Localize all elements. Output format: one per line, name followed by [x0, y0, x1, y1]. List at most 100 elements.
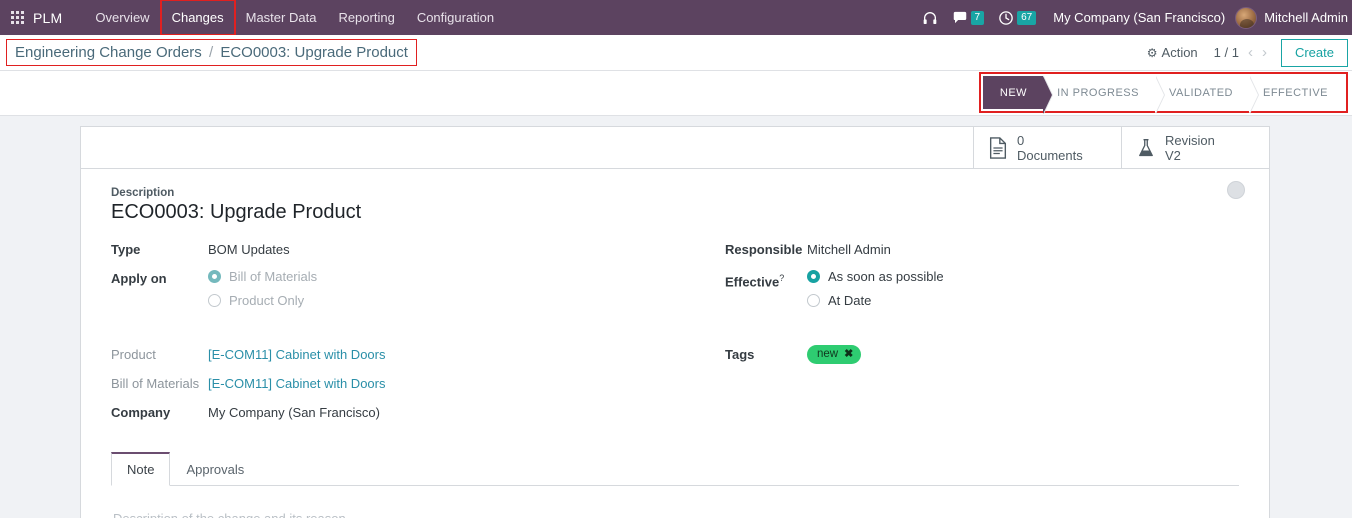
user-name: Mitchell Admin [1264, 10, 1348, 25]
document-icon [989, 136, 1007, 159]
field-tags: Tags new ✖ [725, 345, 1239, 364]
nav-menu-configuration[interactable]: Configuration [406, 0, 505, 35]
clock-icon [999, 10, 1013, 25]
field-label-tags: Tags [725, 347, 755, 362]
field-responsible: Responsible Mitchell Admin [725, 240, 1239, 259]
radio-icon [208, 270, 221, 283]
radio-label: As soon as possible [828, 269, 944, 284]
gear-icon: ⚙ [1146, 45, 1158, 60]
nav-menu-overview[interactable]: Overview [84, 0, 160, 35]
radio-label: Bill of Materials [229, 269, 318, 284]
radio-option-at-date[interactable]: At Date [807, 293, 944, 308]
tag-label: new [817, 348, 839, 360]
radio-icon [807, 270, 820, 283]
radio-option-as-soon-as-possible[interactable]: As soon as possible [807, 269, 944, 284]
stat-label: V2 [1165, 147, 1181, 163]
chevron-right-icon[interactable]: › [1262, 44, 1267, 61]
field-type: Type BOM Updates [111, 240, 675, 259]
radio-option-bill-of-materials[interactable]: Bill of Materials [208, 269, 317, 284]
radio-icon [208, 294, 221, 307]
app-brand-plm[interactable]: PLM [33, 10, 62, 26]
avatar-placeholder-circle [1227, 181, 1245, 199]
status-stage-label: EFFECTIVE [1262, 86, 1328, 99]
notebook: Note Approvals Description of the change… [111, 452, 1239, 518]
breadcrumb-current: ECO0003: Upgrade Product [220, 44, 408, 61]
stat-text-documents: 0 Documents [1017, 133, 1083, 163]
effective-label-text: Effective [725, 274, 780, 290]
field-effective: Effective? As soon as possible At Date [725, 269, 1239, 317]
chevron-left-icon[interactable]: ‹ [1248, 44, 1253, 61]
action-menu-label: Action [1161, 45, 1198, 60]
record-pager: 1 / 1 ‹ › [1210, 44, 1271, 61]
note-editor[interactable]: Description of the change and its reason… [111, 486, 1239, 518]
stage-arrow [1248, 76, 1258, 114]
form-sheet: 0 Documents Revision V2 Description ECO0… [80, 126, 1270, 518]
field-label-bill-of-materials: Bill of Materials [111, 376, 200, 391]
nav-menu-reporting[interactable]: Reporting [327, 0, 405, 35]
form-spacer [111, 327, 675, 345]
field-label-type: Type [111, 242, 141, 257]
messages-badge: 7 [970, 10, 985, 25]
status-bar: NEW IN PROGRESS VALIDATED EFFECTIVE [978, 72, 1348, 114]
page-title[interactable]: ECO0003: Upgrade Product [111, 201, 1239, 224]
stat-button-documents[interactable]: 0 Documents [973, 127, 1121, 168]
nav-menu-master-data[interactable]: Master Data [235, 0, 328, 35]
note-placeholder: Description of the change and its reason… [113, 511, 349, 518]
radio-label: At Date [828, 293, 872, 308]
top-navbar: PLM Overview Changes Master Data Reporti… [0, 0, 1352, 36]
radio-label: Product Only [229, 293, 305, 308]
avatar [1235, 6, 1258, 29]
form-body: Description ECO0003: Upgrade Product Typ… [81, 169, 1269, 518]
field-product: Product [E-COM11] Cabinet with Doors [111, 345, 675, 364]
field-value-type[interactable]: BOM Updates [208, 240, 290, 259]
radio-icon [807, 294, 820, 307]
user-menu[interactable]: Mitchell Admin [1235, 6, 1352, 29]
breadcrumb-parent[interactable]: Engineering Change Orders [15, 44, 202, 61]
create-button[interactable]: Create [1280, 38, 1348, 67]
pager-count: 1 / 1 [1213, 45, 1239, 60]
form-column-left: Type BOM Updates Apply on Bill of Materi… [111, 240, 675, 432]
status-stage-validated[interactable]: VALIDATED [1154, 76, 1259, 114]
apps-grid-icon[interactable] [11, 11, 24, 24]
tab-note[interactable]: Note [111, 452, 171, 486]
effective-radio-group: As soon as possible At Date [807, 269, 944, 317]
radio-option-product-only[interactable]: Product Only [208, 293, 317, 308]
nav-menu-changes[interactable]: Changes [159, 0, 236, 36]
tab-approvals[interactable]: Approvals [170, 452, 260, 486]
action-menu-button[interactable]: ⚙ Action [1135, 45, 1210, 60]
field-value-bill-of-materials[interactable]: [E-COM11] Cabinet with Doors [208, 374, 386, 393]
company-switcher[interactable]: My Company (San Francisco) [1043, 10, 1235, 25]
stat-text-revision: Revision V2 [1165, 133, 1215, 163]
field-label-effective: Effective? [725, 269, 807, 291]
stat-label: Documents [1017, 147, 1083, 163]
description-label: Description [111, 187, 175, 199]
field-value-responsible[interactable]: Mitchell Admin [807, 240, 891, 259]
status-stage-label: VALIDATED [1168, 86, 1233, 99]
activities-badge: 67 [1017, 10, 1037, 25]
tag-new[interactable]: new ✖ [807, 345, 862, 364]
form-columns: Type BOM Updates Apply on Bill of Materi… [111, 240, 1239, 432]
close-icon[interactable]: ✖ [844, 348, 853, 361]
field-value-company[interactable]: My Company (San Francisco) [208, 403, 380, 422]
breadcrumb-separator: / [208, 44, 214, 61]
navbar-right-tools: 7 67 My Company (San Francisco) Mitchell… [915, 0, 1352, 35]
status-stage-effective[interactable]: EFFECTIVE [1248, 76, 1344, 109]
stat-button-revision[interactable]: Revision V2 [1121, 127, 1269, 168]
field-value-product[interactable]: [E-COM11] Cabinet with Doors [208, 345, 386, 364]
field-company: Company My Company (San Francisco) [111, 403, 675, 422]
breadcrumb: Engineering Change Orders / ECO0003: Upg… [6, 39, 417, 66]
control-panel-actions: ⚙ Action 1 / 1 ‹ › Create [1135, 35, 1352, 70]
stage-arrow [1154, 76, 1164, 114]
statusbar-row: NEW IN PROGRESS VALIDATED EFFECTIVE [0, 71, 1352, 116]
support-button[interactable] [915, 0, 945, 35]
field-label-apply-on: Apply on [111, 271, 167, 286]
status-stage-in-progress[interactable]: IN PROGRESS [1043, 76, 1165, 114]
sheet-wrapper: 0 Documents Revision V2 Description ECO0… [0, 116, 1352, 518]
status-stage-new[interactable]: NEW [982, 76, 1054, 114]
activities-button[interactable]: 67 [991, 0, 1043, 35]
status-stage-label: NEW [999, 86, 1028, 99]
messages-button[interactable]: 7 [945, 0, 992, 35]
status-stage-label: IN PROGRESS [1057, 86, 1139, 99]
help-tooltip-icon[interactable]: ? [779, 273, 784, 283]
stage-arrow [1043, 76, 1053, 114]
